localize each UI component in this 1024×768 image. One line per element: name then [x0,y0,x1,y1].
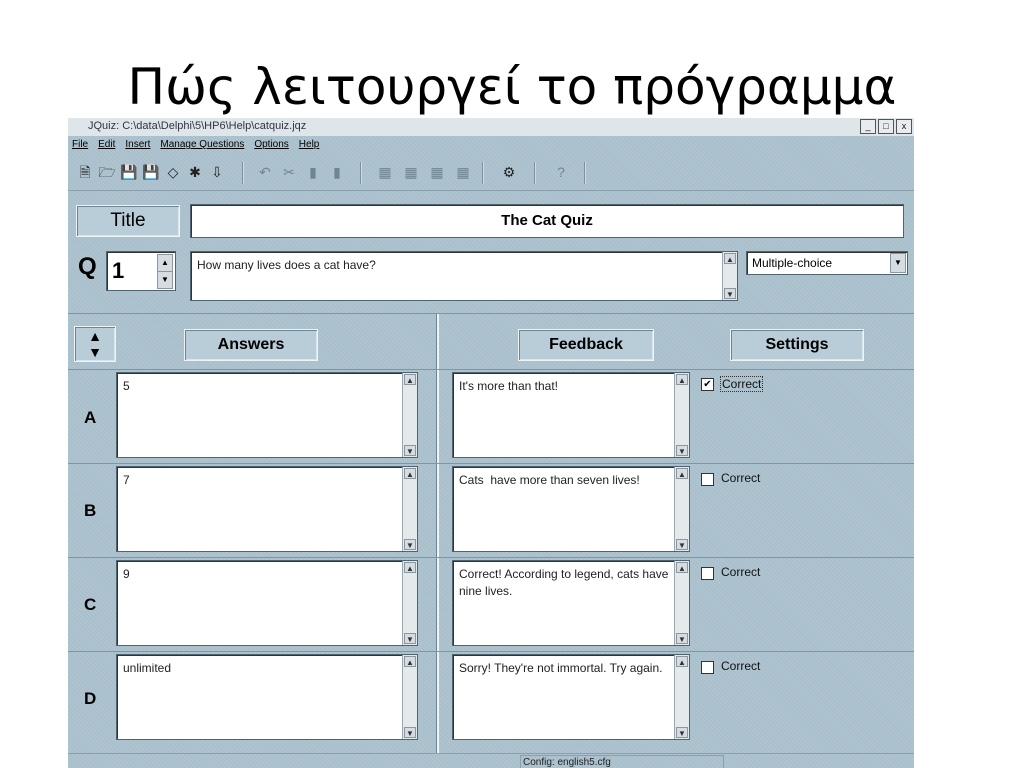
correct-label-a: Correct [720,376,764,392]
feedback-header: Feedback [518,329,654,361]
minimize-button[interactable]: _ [860,119,876,134]
answer-scrollbar-d[interactable]: ▲ ▼ [402,655,417,739]
menu-file[interactable]: File [72,137,88,153]
correct-label-d: Correct [721,659,761,673]
status-config: Config: english5.cfg [520,755,724,768]
spinner-up-arrow[interactable]: ▲ [157,254,173,272]
menu-bar: File Edit Insert Manage Questions Option… [68,137,319,153]
question-number: 1 [112,258,125,283]
feedback-scrollbar-b[interactable]: ▲ ▼ [674,467,689,551]
download-icon[interactable]: ⇩ [208,163,226,181]
question-scrollbar[interactable]: ▲ ▼ [722,252,737,300]
answer-scrollbar-b[interactable]: ▲ ▼ [402,467,417,551]
question-text: How many lives does a cat have? [197,258,376,272]
row-letter-c: C [84,595,97,614]
window-titlebar[interactable]: JQuiz: C:\data\Delphi\5\HP6\Help\catquiz… [68,118,914,136]
new-file-icon[interactable]: 🗎 [76,163,94,181]
status-bar: Config: english5.cfg [68,753,914,768]
answer-text-b: 7 [123,473,130,487]
correct-checkbox-d[interactable] [701,661,714,674]
feedback-text-a: It's more than that! [459,379,559,393]
feedback-text-b: Cats have more than seven lives! [459,473,640,487]
answer-scrollbar-a[interactable]: ▲ ▼ [402,373,417,457]
window-title: JQuiz: C:\data\Delphi\5\HP6\Help\catquiz… [88,120,307,132]
add-question-icon[interactable]: ▦ [376,163,394,181]
question-label: Q [78,253,97,280]
save-as-icon[interactable]: 💾 [142,163,160,181]
correct-label-b: Correct [721,471,761,485]
feedback-text-d: Sorry! They're not immortal. Try again. [459,661,663,675]
paste-icon[interactable]: ▮ [328,163,346,181]
answer-text-a: 5 [123,379,130,393]
menu-help[interactable]: Help [299,137,320,153]
question-type-select[interactable]: Multiple-choice ▼ [746,251,908,275]
toolbar: 🗎 🗁 💾 💾 ◇ ✱ ⇩ ↶ ✂ ▮ ▮ ▦ ▦ ▦ ▦ ⚙ ? [68,154,914,191]
title-field[interactable]: The Cat Quiz [190,204,904,238]
feedback-field-b[interactable]: Cats have more than seven lives! ▲ ▼ [452,466,690,552]
menu-options[interactable]: Options [254,137,288,153]
correct-checkbox-a[interactable]: ✔ [701,378,714,391]
correct-checkbox-b[interactable] [701,473,714,486]
question-number-spinner[interactable]: 1 ▲ ▼ [106,251,176,291]
web-export-icon[interactable]: ✱ [186,163,204,181]
menu-edit[interactable]: Edit [98,137,115,153]
spinner-down-arrow[interactable]: ▼ [157,271,173,289]
row-letter-a: A [84,408,97,427]
correct-checkbox-c[interactable] [701,567,714,580]
row-letter-d: D [84,689,97,708]
help-icon[interactable]: ? [552,163,570,181]
delete-question-icon[interactable]: ▦ [428,163,446,181]
eraser-icon[interactable]: ◇ [164,163,182,181]
question-text-field[interactable]: How many lives does a cat have? ▲ ▼ [190,251,738,301]
feedback-field-a[interactable]: It's more than that! ▲ ▼ [452,372,690,458]
feedback-scrollbar-d[interactable]: ▲ ▼ [674,655,689,739]
correct-label-c: Correct [721,565,761,579]
answer-field-a[interactable]: 5 ▲ ▼ [116,372,418,458]
app-window: JQuiz: C:\data\Delphi\5\HP6\Help\catquiz… [68,118,914,768]
answer-field-b[interactable]: 7 ▲ ▼ [116,466,418,552]
copy-icon[interactable]: ▮ [304,163,322,181]
title-label: Title [76,205,180,237]
move-question-icon[interactable]: ▦ [454,163,472,181]
undo-icon[interactable]: ↶ [256,163,274,181]
answer-text-d: unlimited [123,661,172,675]
answers-header: Answers [184,329,318,361]
settings-header: Settings [730,329,864,361]
title-value: The Cat Quiz [501,212,593,229]
menu-manage-questions[interactable]: Manage Questions [160,137,244,153]
feedback-field-c[interactable]: Correct! According to legend, cats have … [452,560,690,646]
feedback-text-c: Correct! According to legend, cats have … [459,567,672,598]
answer-scrollbar-c[interactable]: ▲ ▼ [402,561,417,645]
maximize-button[interactable]: □ [878,119,894,134]
chevron-down-icon[interactable]: ▼ [890,253,906,273]
cut-icon[interactable]: ✂ [280,163,298,181]
menu-insert[interactable]: Insert [125,137,150,153]
question-type-value: Multiple-choice [752,256,833,270]
save-icon[interactable]: 💾 [120,163,138,181]
slide-title: Πώς λειτουργεί το πρόγραμμα [127,58,897,116]
close-button[interactable]: x [896,119,912,134]
open-folder-icon[interactable]: 🗁 [98,163,116,181]
feedback-scrollbar-a[interactable]: ▲ ▼ [674,373,689,457]
answer-text-c: 9 [123,567,130,581]
feedback-scrollbar-c[interactable]: ▲ ▼ [674,561,689,645]
answer-field-c[interactable]: 9 ▲ ▼ [116,560,418,646]
reorder-rows-button[interactable]: ▲ ▼ [74,326,116,362]
answer-field-d[interactable]: unlimited ▲ ▼ [116,654,418,740]
config-icon[interactable]: ⚙ [500,163,518,181]
feedback-field-d[interactable]: Sorry! They're not immortal. Try again. … [452,654,690,740]
row-letter-b: B [84,501,97,520]
insert-question-icon[interactable]: ▦ [402,163,420,181]
